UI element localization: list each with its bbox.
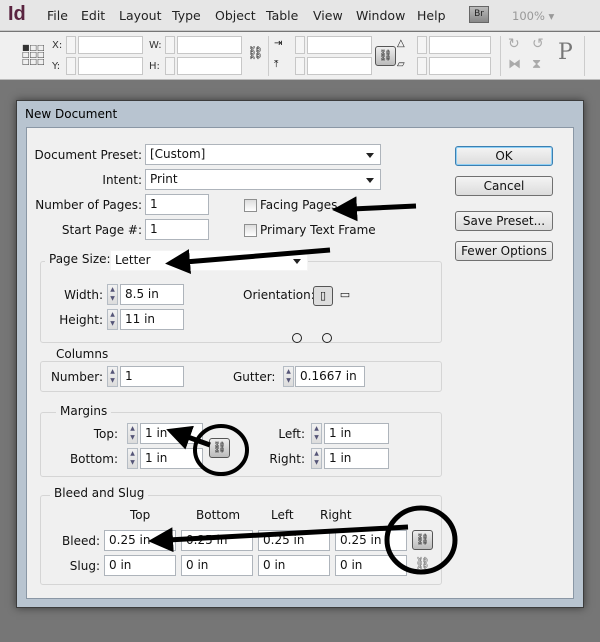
facing-pages-arrow [332,196,417,222]
page-size-arrow [165,247,331,275]
bleed-link-arrow [148,524,409,553]
annotation-overlay [148,196,458,575]
margins-link-circle [193,424,249,476]
bleed-link-circle [384,505,458,575]
